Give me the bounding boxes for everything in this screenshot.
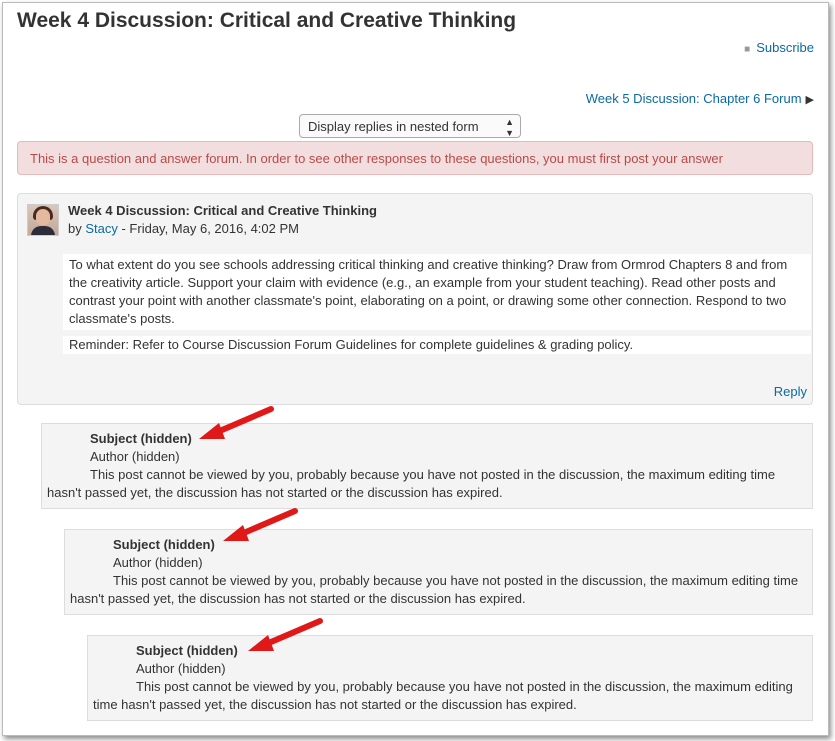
play-right-icon: ▶: [805, 94, 814, 106]
display-mode-select[interactable]: Display replies in nested form ▲ ▼: [299, 114, 521, 138]
post-reminder: Reminder: Refer to Course Discussion For…: [63, 336, 811, 354]
author-link[interactable]: Stacy: [85, 221, 118, 236]
bullet-icon: ■: [744, 44, 751, 55]
annotation-arrow-icon: [199, 406, 274, 439]
forum-page: Week 4 Discussion: Critical and Creative…: [2, 2, 829, 736]
hidden-reply-post: Subject (hidden) Author (hidden) This po…: [64, 529, 813, 615]
hidden-author: Author (hidden): [136, 661, 226, 676]
annotation-arrow-icon: [223, 508, 298, 541]
discussion-post: Week 4 Discussion: Critical and Creative…: [17, 193, 813, 405]
reply-link[interactable]: Reply: [774, 384, 807, 399]
hidden-body: This post cannot be viewed by you, proba…: [93, 679, 793, 712]
hidden-author: Author (hidden): [113, 555, 203, 570]
next-discussion-link[interactable]: Week 5 Discussion: Chapter 6 Forum: [586, 91, 802, 106]
post-byline: by Stacy - Friday, May 6, 2016, 4:02 PM: [68, 221, 299, 236]
subscribe-link[interactable]: Subscribe: [756, 40, 814, 55]
hidden-reply-post: Subject (hidden) Author (hidden) This po…: [87, 635, 813, 721]
post-body: To what extent do you see schools addres…: [63, 254, 811, 330]
display-mode-value: Display replies in nested form: [308, 119, 479, 134]
hidden-subject: Subject (hidden): [136, 643, 238, 658]
hidden-reply-post: Subject (hidden) Author (hidden) This po…: [41, 423, 813, 509]
page-title: Week 4 Discussion: Critical and Creative…: [17, 9, 517, 32]
hidden-subject: Subject (hidden): [90, 431, 192, 446]
hidden-subject: Subject (hidden): [113, 537, 215, 552]
post-date: - Friday, May 6, 2016, 4:02 PM: [117, 221, 299, 236]
qa-forum-alert: This is a question and answer forum. In …: [17, 141, 813, 175]
by-label: by: [68, 221, 82, 236]
next-discussion-nav[interactable]: Week 5 Discussion: Chapter 6 Forum ▶: [586, 91, 814, 106]
avatar[interactable]: [27, 204, 59, 236]
post-subject: Week 4 Discussion: Critical and Creative…: [68, 203, 377, 218]
hidden-author: Author (hidden): [90, 449, 180, 464]
hidden-body: This post cannot be viewed by you, proba…: [47, 467, 776, 500]
annotation-arrow-icon: [248, 618, 323, 651]
updown-chevron-icon: ▲ ▼: [505, 117, 514, 138]
subscribe-link-container: ■ Subscribe: [744, 40, 814, 55]
hidden-body: This post cannot be viewed by you, proba…: [70, 573, 799, 606]
